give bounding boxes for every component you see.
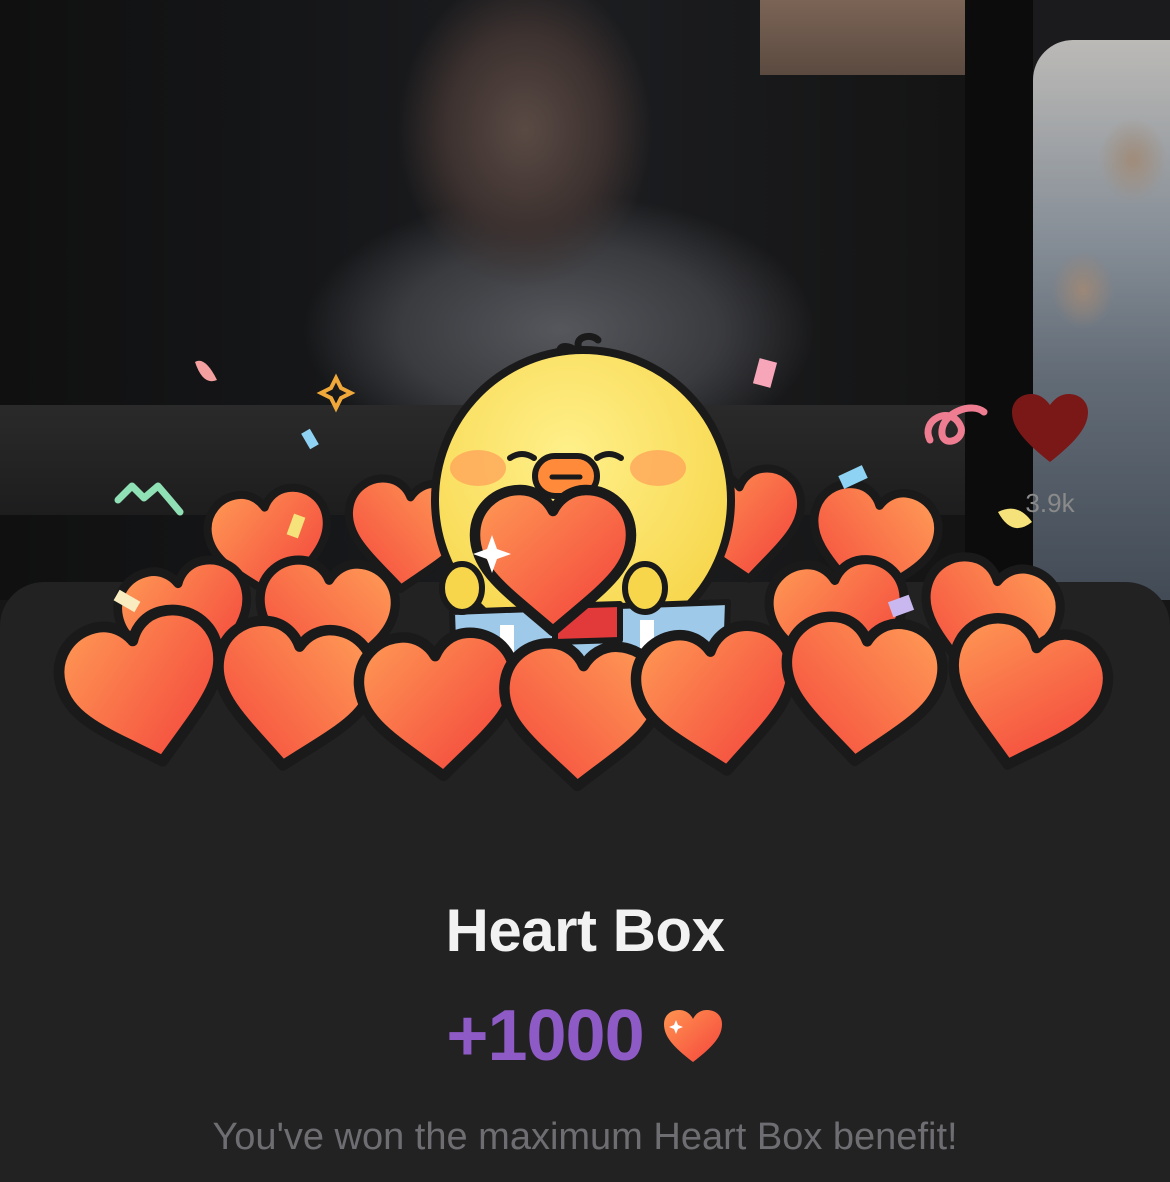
video-frame-detail xyxy=(760,0,965,75)
reward-amount: +1000 xyxy=(446,996,644,1076)
heart-box-title: Heart Box xyxy=(445,897,725,964)
reward-row: +1000 xyxy=(0,996,1170,1076)
reward-heart-icon xyxy=(663,1010,722,1062)
heart-box-illustration xyxy=(40,332,1130,840)
benefit-message: You've won the maximum Heart Box benefit… xyxy=(212,1116,958,1158)
